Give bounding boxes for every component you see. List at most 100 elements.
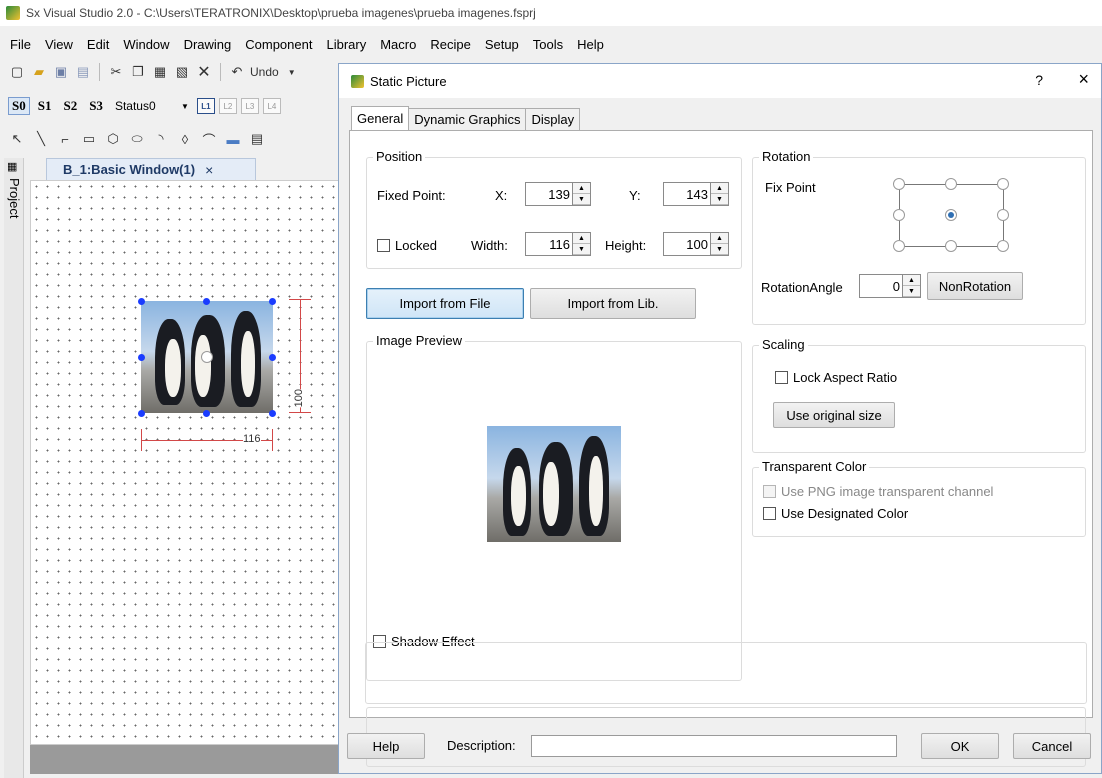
status-select[interactable]: Status0 ▼ xyxy=(111,97,193,115)
rectangle-icon[interactable]: ▭ xyxy=(80,130,98,148)
menu-help[interactable]: Help xyxy=(577,37,604,52)
y-stepper[interactable]: 143 ▲ ▼ xyxy=(663,182,729,206)
polyline-icon[interactable]: ⌐ xyxy=(56,130,74,148)
state-s3-button[interactable]: S3 xyxy=(85,97,107,115)
line-icon[interactable]: ╲ xyxy=(32,130,50,148)
state-s2-button[interactable]: S2 xyxy=(59,97,81,115)
open-folder-icon[interactable]: ▰ xyxy=(30,63,48,81)
fix-point-top-center-radio[interactable] xyxy=(945,178,957,190)
menu-recipe[interactable]: Recipe xyxy=(430,37,470,52)
rotation-angle-stepper[interactable]: 0 ▲ ▼ xyxy=(859,274,921,298)
stepper-down-icon[interactable]: ▼ xyxy=(711,244,728,255)
state-s1-button[interactable]: S1 xyxy=(34,97,56,115)
menu-file[interactable]: File xyxy=(10,37,31,52)
resize-handle[interactable] xyxy=(138,410,145,417)
designated-color-checkbox[interactable]: Use Designated Color xyxy=(763,506,908,521)
layer-l2-button[interactable]: L2 xyxy=(218,98,237,114)
help-icon[interactable]: ? xyxy=(1035,72,1043,88)
stepper-down-icon[interactable]: ▼ xyxy=(573,194,590,205)
stepper-up-icon[interactable]: ▲ xyxy=(573,183,590,194)
delete-icon[interactable]: ✕ xyxy=(195,63,213,81)
tab-display[interactable]: Display xyxy=(525,108,581,130)
fix-point-bottom-left-radio[interactable] xyxy=(893,240,905,252)
picture-icon[interactable]: ▬ xyxy=(224,130,242,148)
save-all-icon[interactable]: ▤ xyxy=(74,63,92,81)
lock-aspect-ratio-checkbox[interactable]: Lock Aspect Ratio xyxy=(775,370,897,385)
resize-handle[interactable] xyxy=(269,298,276,305)
help-button[interactable]: Help xyxy=(347,733,425,759)
fix-point-middle-right-radio[interactable] xyxy=(997,209,1009,221)
layer-l1-button[interactable]: L1 xyxy=(196,98,215,114)
curve-icon[interactable]: ⌒ xyxy=(200,130,218,148)
description-input[interactable] xyxy=(531,735,897,757)
fix-point-center-radio[interactable] xyxy=(945,209,957,221)
ellipse-icon[interactable]: ⬭ xyxy=(128,130,146,148)
chevron-down-icon[interactable]: ▼ xyxy=(283,63,301,81)
fix-point-middle-left-radio[interactable] xyxy=(893,209,905,221)
stepper-down-icon[interactable]: ▼ xyxy=(903,286,920,297)
editor-tab[interactable]: B_1:Basic Window(1) × xyxy=(46,158,256,180)
cancel-button[interactable]: Cancel xyxy=(1013,733,1091,759)
ok-button[interactable]: OK xyxy=(921,733,999,759)
new-file-icon[interactable]: ▢ xyxy=(8,63,26,81)
copy-icon[interactable]: ❐ xyxy=(129,63,147,81)
menu-drawing[interactable]: Drawing xyxy=(184,37,232,52)
fix-point-top-right-radio[interactable] xyxy=(997,178,1009,190)
undo-label[interactable]: Undo xyxy=(250,65,279,79)
import-from-file-button[interactable]: Import from File xyxy=(366,288,524,319)
menu-setup[interactable]: Setup xyxy=(485,37,519,52)
project-panel-tab[interactable]: ▦ Project xyxy=(4,158,24,778)
resize-handle[interactable] xyxy=(269,354,276,361)
arc-icon[interactable]: ◝ xyxy=(152,130,170,148)
text-icon[interactable]: ▤ xyxy=(248,130,266,148)
paste-special-icon[interactable]: ▧ xyxy=(173,63,191,81)
x-stepper[interactable]: 139 ▲ ▼ xyxy=(525,182,591,206)
sector-icon[interactable]: ◊ xyxy=(176,130,194,148)
locked-checkbox[interactable]: Locked xyxy=(377,238,437,253)
layer-l4-button[interactable]: L4 xyxy=(262,98,281,114)
undo-icon[interactable]: ↶ xyxy=(228,63,246,81)
resize-handle[interactable] xyxy=(138,298,145,305)
rotation-center-icon[interactable] xyxy=(201,351,213,363)
stepper-up-icon[interactable]: ▲ xyxy=(711,183,728,194)
stepper-down-icon[interactable]: ▼ xyxy=(711,194,728,205)
cut-icon[interactable]: ✂ xyxy=(107,63,125,81)
pointer-icon[interactable]: ↖ xyxy=(8,130,26,148)
tab-general[interactable]: General xyxy=(351,106,410,130)
paste-icon[interactable]: ▦ xyxy=(151,63,169,81)
menu-component[interactable]: Component xyxy=(245,37,312,52)
checkbox-box[interactable] xyxy=(763,507,776,520)
resize-handle[interactable] xyxy=(203,298,210,305)
menu-library[interactable]: Library xyxy=(326,37,366,52)
checkbox-box[interactable] xyxy=(775,371,788,384)
stepper-down-icon[interactable]: ▼ xyxy=(573,244,590,255)
state-s0-button[interactable]: S0 xyxy=(8,97,30,115)
use-original-size-button[interactable]: Use original size xyxy=(773,402,895,428)
non-rotation-button[interactable]: NonRotation xyxy=(927,272,1023,300)
fix-point-bottom-center-radio[interactable] xyxy=(945,240,957,252)
resize-handle[interactable] xyxy=(269,410,276,417)
menu-window[interactable]: Window xyxy=(123,37,169,52)
close-icon[interactable]: × xyxy=(205,162,213,178)
menu-tools[interactable]: Tools xyxy=(533,37,563,52)
menu-edit[interactable]: Edit xyxy=(87,37,109,52)
width-stepper[interactable]: 116 ▲ ▼ xyxy=(525,232,591,256)
tab-dynamic-graphics[interactable]: Dynamic Graphics xyxy=(408,108,527,130)
polygon-icon[interactable]: ⬡ xyxy=(104,130,122,148)
stepper-up-icon[interactable]: ▲ xyxy=(903,275,920,286)
layer-l3-button[interactable]: L3 xyxy=(240,98,259,114)
design-canvas[interactable]: 100 116 xyxy=(30,180,340,745)
checkbox-box[interactable] xyxy=(377,239,390,252)
close-icon[interactable]: × xyxy=(1078,69,1089,90)
menu-view[interactable]: View xyxy=(45,37,73,52)
fix-point-bottom-right-radio[interactable] xyxy=(997,240,1009,252)
height-stepper[interactable]: 100 ▲ ▼ xyxy=(663,232,729,256)
resize-handle[interactable] xyxy=(138,354,145,361)
fix-point-top-left-radio[interactable] xyxy=(893,178,905,190)
resize-handle[interactable] xyxy=(203,410,210,417)
import-from-lib-button[interactable]: Import from Lib. xyxy=(530,288,696,319)
save-icon[interactable]: ▣ xyxy=(52,63,70,81)
stepper-up-icon[interactable]: ▲ xyxy=(711,233,728,244)
stepper-up-icon[interactable]: ▲ xyxy=(573,233,590,244)
menu-macro[interactable]: Macro xyxy=(380,37,416,52)
